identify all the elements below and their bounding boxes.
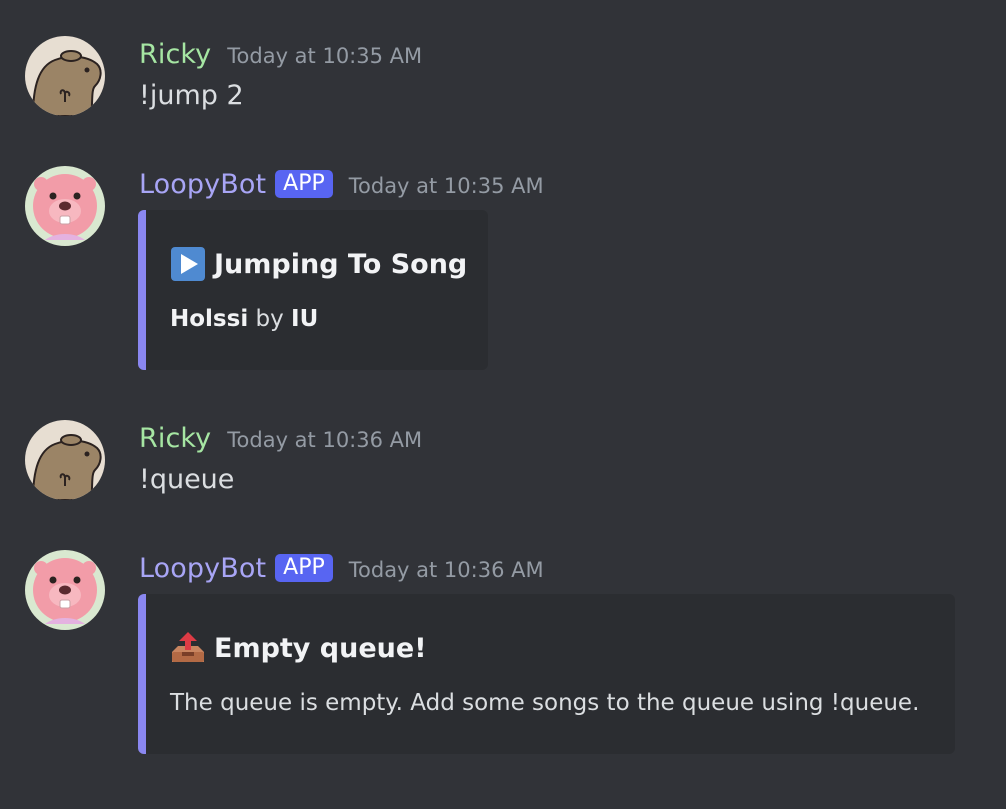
capybara-avatar-icon (25, 420, 105, 500)
embed-title-text: Empty queue! (214, 632, 427, 664)
embed-title-text: Jumping To Song (214, 248, 468, 280)
embed: Jumping To Song Holssi by IU (138, 210, 488, 370)
timestamp[interactable]: Today at 10:35 AM (227, 44, 422, 68)
embed-title: Empty queue! (170, 630, 427, 666)
song-title: Holssi (170, 306, 249, 332)
beaver-avatar-icon (25, 550, 105, 630)
avatar-ricky[interactable] (25, 36, 105, 116)
embed-title: Jumping To Song (170, 246, 467, 282)
app-badge: APP (275, 170, 333, 198)
embed-description: Holssi by IU (170, 306, 318, 332)
timestamp[interactable]: Today at 10:36 AM (227, 428, 422, 452)
capybara-avatar-icon (25, 36, 105, 116)
embed: Empty queue! The queue is empty. Add som… (138, 594, 955, 754)
message-header: LoopyBot APP Today at 10:36 AM (139, 550, 544, 586)
username[interactable]: Ricky (139, 39, 211, 70)
message-header: LoopyBot APP Today at 10:35 AM (139, 166, 544, 202)
username[interactable]: LoopyBot (139, 553, 266, 584)
chat-messages: Ricky Today at 10:35 AM !jump 2 LoopyBot… (0, 0, 1006, 809)
timestamp[interactable]: Today at 10:36 AM (349, 558, 544, 582)
artist-name: IU (291, 306, 319, 332)
message-text: !queue (139, 464, 235, 495)
message-text: !jump 2 (139, 80, 244, 111)
app-badge: APP (275, 554, 333, 582)
avatar-ricky[interactable] (25, 420, 105, 500)
username[interactable]: Ricky (139, 423, 211, 454)
by-label: by (255, 306, 292, 332)
avatar-loopybot[interactable] (25, 166, 105, 246)
embed-description: The queue is empty. Add some songs to th… (170, 690, 920, 716)
username[interactable]: LoopyBot (139, 169, 266, 200)
play-button-icon (170, 246, 206, 282)
timestamp[interactable]: Today at 10:35 AM (349, 174, 544, 198)
avatar-loopybot[interactable] (25, 550, 105, 630)
message-header: Ricky Today at 10:35 AM (139, 36, 422, 72)
message-header: Ricky Today at 10:36 AM (139, 420, 422, 456)
outbox-tray-icon (170, 630, 206, 666)
beaver-avatar-icon (25, 166, 105, 246)
